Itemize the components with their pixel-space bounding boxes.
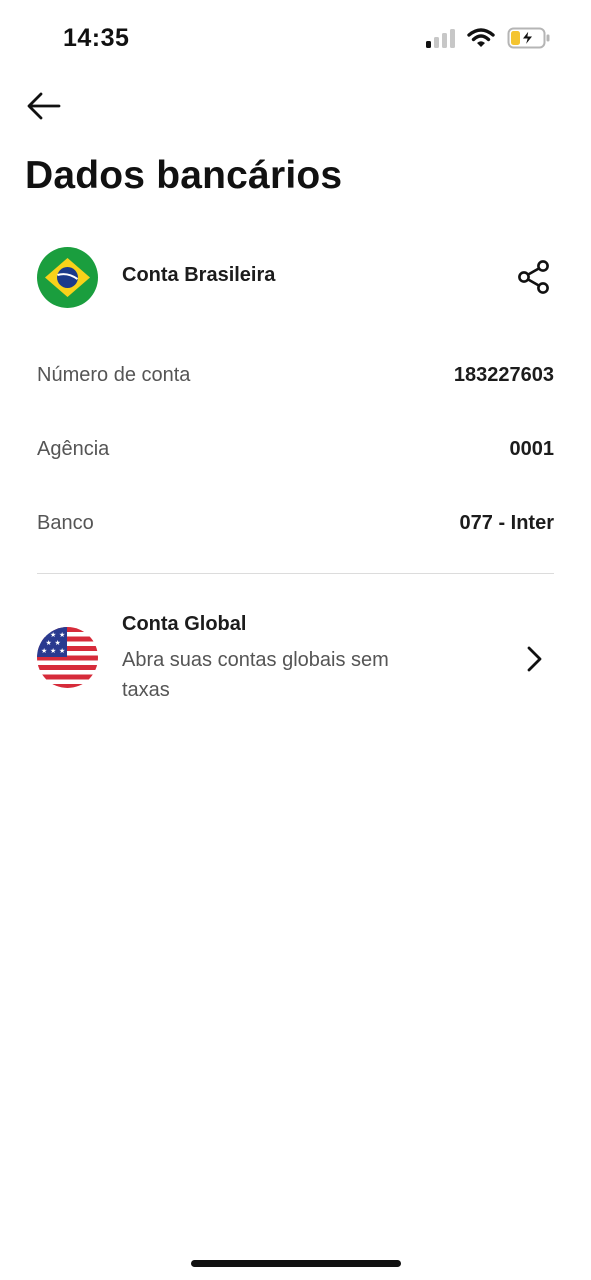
status-bar: 14:35 xyxy=(0,0,591,80)
svg-text:★: ★ xyxy=(59,647,65,655)
svg-text:★: ★ xyxy=(59,631,65,639)
info-label: Agência xyxy=(37,438,110,460)
info-value: 183227603 xyxy=(453,364,554,386)
chevron-right-icon xyxy=(527,646,542,672)
account-number-row: Número de conta 183227603 xyxy=(37,364,554,394)
arrow-left-icon xyxy=(27,92,61,120)
svg-text:★: ★ xyxy=(41,647,47,655)
global-account-item[interactable]: ★ ★ ★ ★ ★ ★ ★ ★ Conta Global Abra suas contas… xyxy=(37,610,554,710)
wifi-icon xyxy=(467,28,495,47)
agency-row: Agência 0001 xyxy=(37,438,554,468)
info-label: Banco xyxy=(37,512,94,534)
info-label: Número de conta xyxy=(37,364,191,386)
svg-text:★: ★ xyxy=(41,631,47,639)
brazil-flag-icon xyxy=(37,247,98,308)
status-time: 14:35 xyxy=(63,24,130,52)
global-account-title: Conta Global xyxy=(122,613,247,635)
home-indicator[interactable] xyxy=(191,1260,401,1267)
bank-details-screen: 14:35 Dados bancários Conta Brasileira N… xyxy=(0,0,591,1280)
cellular-signal-icon xyxy=(426,29,455,48)
back-button[interactable] xyxy=(26,88,66,124)
svg-text:★: ★ xyxy=(50,647,56,655)
brazil-account-header: Conta Brasileira xyxy=(37,247,554,309)
page-title: Dados bancários xyxy=(25,154,343,197)
bank-row: Banco 077 - Inter xyxy=(37,512,554,542)
info-value: 077 - Inter xyxy=(459,512,554,534)
share-button[interactable] xyxy=(516,259,552,295)
divider xyxy=(37,573,554,574)
svg-text:★: ★ xyxy=(55,639,61,647)
battery-charging-icon xyxy=(507,27,550,49)
info-value: 0001 xyxy=(509,438,555,460)
svg-text:★: ★ xyxy=(50,631,56,639)
account-name: Conta Brasileira xyxy=(122,264,276,286)
global-account-subtitle: Abra suas contas globais sem taxas xyxy=(122,649,389,701)
svg-text:★: ★ xyxy=(46,639,52,647)
usa-flag-icon: ★ ★ ★ ★ ★ ★ ★ ★ xyxy=(37,627,98,688)
share-icon xyxy=(518,260,549,294)
status-icons xyxy=(425,27,551,49)
